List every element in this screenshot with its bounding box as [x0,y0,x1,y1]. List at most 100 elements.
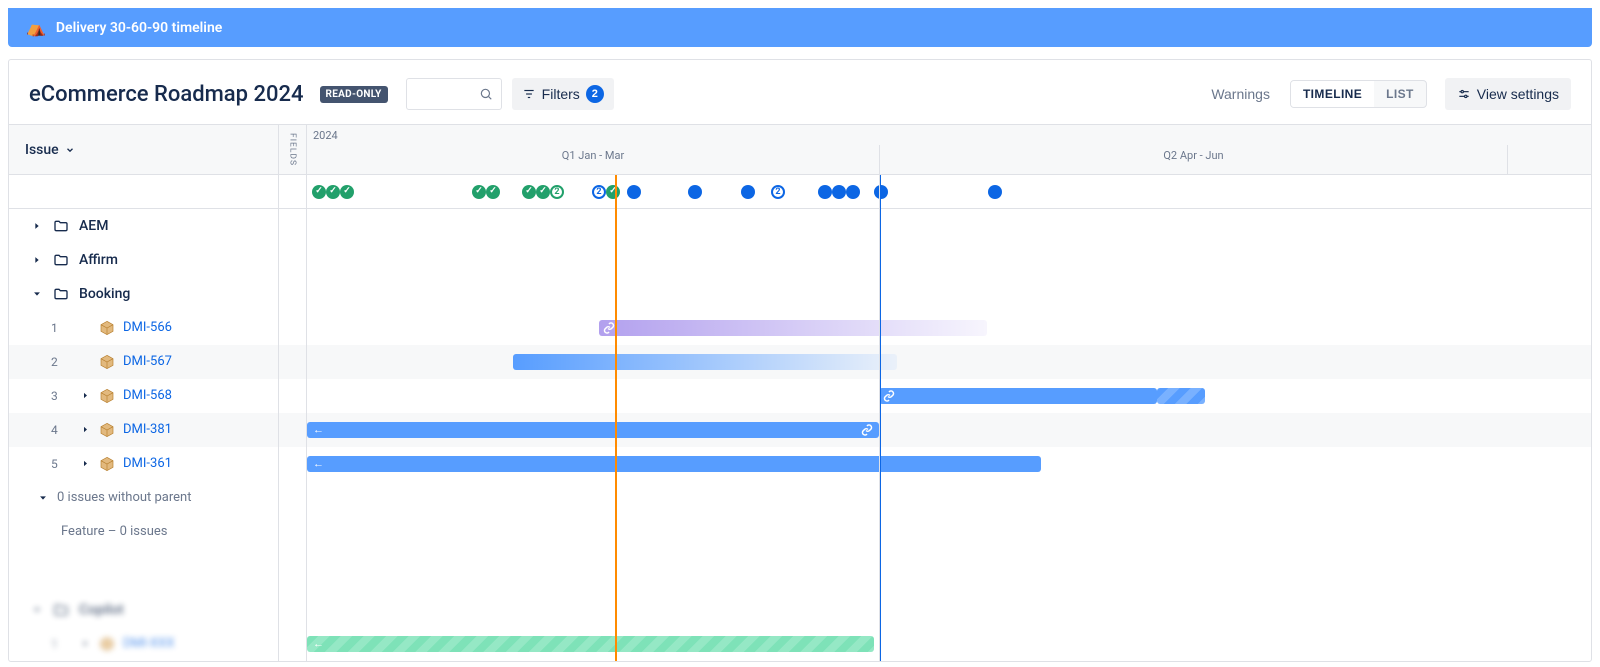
milestone-dot[interactable] [874,185,888,199]
page-banner: ⛺ Delivery 30-60-90 timeline [8,8,1592,47]
search-input[interactable] [406,78,502,110]
milestone-dot[interactable]: ✓ [326,185,340,199]
chevron-down-icon [31,605,43,615]
link-icon [603,322,615,334]
timeline-row-noparent [307,481,1591,515]
folder-icon [53,252,69,268]
milestone-dot[interactable] [832,185,846,199]
folder-icon [53,286,69,302]
filter-icon [522,87,536,101]
milestone-dot[interactable]: 2 [550,185,564,199]
issue-rank: 1 [51,637,67,651]
issue-row-dmi-568[interactable]: 3 DMI-568 [9,379,278,413]
bar-dmi-361[interactable]: ← [307,456,1041,472]
issue-row-dmi-567[interactable]: 2 DMI-567 [9,345,278,379]
feature-group[interactable]: Feature – 0 issues [9,515,278,549]
issue-column-header[interactable]: Issue [9,125,279,175]
group-blurred[interactable]: Copilot [9,593,278,627]
group-affirm[interactable]: Affirm [9,243,278,277]
issue-row-blurred[interactable]: 1 DMI-XXX [9,627,278,661]
no-parent-group[interactable]: 0 issues without parent [9,481,278,515]
milestone-dot[interactable]: 2 [771,185,785,199]
chevron-right-icon[interactable] [79,391,91,400]
milestone-dot[interactable]: ✓ [340,185,354,199]
roadmap-card: eCommerce Roadmap 2024 READ-ONLY Filters… [8,59,1592,662]
milestone-dot[interactable] [627,185,641,199]
issue-row-dmi-361[interactable]: 5 DMI-361 [9,447,278,481]
milestone-strip: ✓✓✓✓✓✓✓22✓2 [307,175,1591,209]
bar-dmi-381[interactable]: ← [307,422,879,438]
bar-dmi-566[interactable] [599,320,987,336]
milestone-dot[interactable]: 2 [592,185,606,199]
milestone-dot[interactable]: ✓ [606,185,620,199]
chevron-right-icon[interactable] [79,459,91,468]
fields-column-header[interactable]: FIELDS [279,125,307,175]
view-mode-timeline[interactable]: TIMELINE [1291,81,1374,107]
issue-key[interactable]: DMI-566 [123,320,172,335]
arrow-left-icon: ← [307,423,330,436]
view-mode-list[interactable]: LIST [1374,81,1426,107]
sliders-icon [1457,87,1471,101]
page-title: eCommerce Roadmap 2024 [29,82,304,107]
milestone-dot[interactable]: ✓ [312,185,326,199]
milestone-dot[interactable]: ✓ [472,185,486,199]
chevron-right-icon[interactable] [79,425,91,434]
timeline-header: 2024 Q1 Jan - Mar Q2 Apr - Jun [307,125,1591,175]
quarter-q1: Q1 Jan - Mar [307,145,879,175]
bar-dmi-568-solid[interactable] [879,388,1157,404]
view-settings-label: View settings [1477,86,1559,102]
fields-column[interactable] [279,175,307,661]
group-aem[interactable]: AEM [9,209,278,243]
timeline-row-dmi-361: ← [307,447,1591,481]
quarter-q3 [1507,145,1591,175]
chevron-right-icon[interactable] [79,639,91,648]
issue-key[interactable]: DMI-361 [123,456,172,471]
timeline-row-spacer [307,549,1591,593]
view-settings-button[interactable]: View settings [1445,78,1571,110]
feature-label: Feature – 0 issues [61,524,167,539]
bar-dmi-568-buffer[interactable] [1157,388,1205,404]
chevron-down-icon [37,493,49,503]
chevron-right-icon [31,255,43,265]
group-label: Copilot [79,602,124,618]
filters-count-badge: 2 [586,85,604,103]
issue-row-dmi-381[interactable]: 4 DMI-381 [9,413,278,447]
issue-rank: 1 [51,321,67,335]
issue-row-dmi-566[interactable]: 1 DMI-566 [9,311,278,345]
issue-rank: 5 [51,457,67,471]
milestone-dot[interactable]: ✓ [522,185,536,199]
bar-dmi-567[interactable] [513,354,897,370]
milestone-dot[interactable] [818,185,832,199]
toolbar: eCommerce Roadmap 2024 READ-ONLY Filters… [9,60,1591,124]
timeline-year: 2024 [307,125,1591,145]
issue-key[interactable]: DMI-568 [123,388,172,403]
filters-button[interactable]: Filters 2 [512,78,614,110]
timeline-row-blurred-group [307,593,1591,627]
bar-blurred[interactable]: ← [307,636,874,652]
issue-column-label: Issue [25,142,59,158]
issue-key[interactable]: DMI-381 [123,422,172,437]
timeline-row-dmi-566 [307,311,1591,345]
milestone-dot[interactable] [688,185,702,199]
group-booking[interactable]: Booking [9,277,278,311]
timeline-body[interactable]: ✓✓✓✓✓✓✓22✓2 ← [307,175,1591,661]
no-parent-label: 0 issues without parent [57,490,192,505]
issue-key[interactable]: DMI-XXX [123,636,174,651]
issue-rank: 4 [51,423,67,437]
banner-title: Delivery 30-60-90 timeline [56,20,222,36]
timeline-row-affirm [307,243,1591,277]
milestone-dot[interactable] [741,185,755,199]
package-icon [99,354,115,370]
group-label: AEM [79,218,108,234]
chevron-down-icon [65,145,75,155]
timeline-row-aem [307,209,1591,243]
package-icon [99,456,115,472]
issue-key[interactable]: DMI-567 [123,354,172,369]
warnings-button[interactable]: Warnings [1201,80,1280,108]
milestone-dot[interactable] [846,185,860,199]
folder-icon [53,602,69,618]
milestone-dot[interactable]: ✓ [536,185,550,199]
timeline-row-booking [307,277,1591,311]
milestone-dot[interactable] [988,185,1002,199]
milestone-dot[interactable]: ✓ [486,185,500,199]
